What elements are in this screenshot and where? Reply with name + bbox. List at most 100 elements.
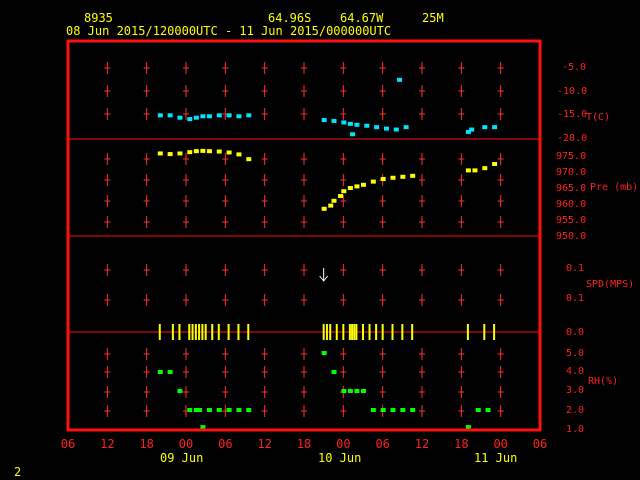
rh-tick: 4.0 bbox=[566, 366, 584, 377]
pressure-point bbox=[390, 175, 396, 180]
rh-point bbox=[167, 370, 173, 374]
rh-point bbox=[400, 408, 406, 412]
rh-point bbox=[177, 389, 183, 393]
temp-tick: -5.0 bbox=[562, 62, 586, 73]
rh-point bbox=[347, 389, 353, 393]
x-tick-label: 12 bbox=[415, 437, 429, 451]
x-tick-label: 06 bbox=[533, 437, 547, 451]
pressure-point bbox=[246, 157, 252, 162]
x-tick-label: 12 bbox=[257, 437, 271, 451]
pressure-point bbox=[200, 148, 206, 153]
date-label: 10 Jun bbox=[318, 451, 361, 465]
pressure-point bbox=[216, 149, 222, 154]
pressure-tick: 960.0 bbox=[556, 199, 586, 210]
x-tick-label: 06 bbox=[375, 437, 389, 451]
date-label: 11 Jun bbox=[474, 451, 517, 465]
temp-point bbox=[187, 117, 193, 122]
rh-point bbox=[321, 351, 327, 355]
station-id: 8935 bbox=[84, 11, 113, 25]
temp-point bbox=[206, 114, 212, 119]
temp-point bbox=[347, 121, 353, 126]
pressure-point bbox=[331, 198, 337, 203]
time-range: 08 Jun 2015/120000UTC - 11 Jun 2015/0000… bbox=[66, 24, 391, 38]
meteogram-chart: 8935 64.96S 64.67W 25M 08 Jun 2015/12000… bbox=[14, 11, 638, 479]
temp-point bbox=[397, 77, 403, 82]
page-number: 2 bbox=[14, 465, 21, 479]
pressure-point bbox=[482, 166, 488, 171]
x-tick-label: 00 bbox=[179, 437, 193, 451]
x-tick-label: 06 bbox=[218, 437, 232, 451]
rh-point bbox=[216, 408, 222, 412]
data-marks bbox=[157, 77, 498, 430]
pressure-point bbox=[465, 168, 471, 173]
temp-point bbox=[350, 132, 356, 137]
x-tick-label: 12 bbox=[100, 437, 114, 451]
pressure-tick: 950.0 bbox=[556, 231, 586, 242]
rh-point bbox=[157, 370, 163, 374]
pressure-point bbox=[370, 179, 376, 184]
pressure-point bbox=[410, 173, 416, 178]
station-lon: 64.67W bbox=[340, 11, 384, 25]
x-tick-label: 06 bbox=[61, 437, 75, 451]
temp-point bbox=[393, 127, 399, 132]
pressure-tick: 965.0 bbox=[556, 183, 586, 194]
pressure-point bbox=[193, 149, 199, 154]
x-tick-label: 18 bbox=[139, 437, 153, 451]
temp-point bbox=[200, 114, 206, 119]
temp-point bbox=[216, 113, 222, 118]
pressure-axis-label: Pre (mb) bbox=[590, 182, 638, 193]
pressure-tick: 970.0 bbox=[556, 167, 586, 178]
temp-point bbox=[236, 114, 242, 119]
temp-point bbox=[321, 118, 327, 123]
wind-tick: 0.1 bbox=[566, 293, 584, 304]
rh-point bbox=[341, 389, 347, 393]
rh-tick: 3.0 bbox=[566, 385, 584, 396]
pressure-point bbox=[167, 152, 173, 157]
temp-point bbox=[177, 115, 183, 120]
rh-point bbox=[197, 408, 203, 412]
temp-axis-label: T(C) bbox=[586, 112, 610, 123]
rh-point bbox=[331, 370, 337, 374]
temp-tick: -10.0 bbox=[557, 86, 587, 97]
rh-point bbox=[380, 408, 386, 412]
temp-point bbox=[167, 113, 173, 118]
rh-point bbox=[370, 408, 376, 412]
pressure-point bbox=[321, 206, 327, 211]
temp-point bbox=[403, 125, 409, 130]
temp-point bbox=[193, 115, 199, 120]
pressure-point bbox=[354, 184, 360, 189]
pressure-point bbox=[492, 162, 498, 166]
temp-point bbox=[469, 127, 475, 132]
x-tick-label: 18 bbox=[454, 437, 468, 451]
pressure-point bbox=[347, 186, 353, 190]
pressure-point bbox=[226, 150, 232, 155]
pressure-point bbox=[236, 152, 242, 157]
rh-tick: 5.0 bbox=[566, 348, 584, 359]
rh-tick: 1.0 bbox=[566, 424, 584, 435]
rh-point bbox=[354, 389, 360, 393]
pressure-point bbox=[380, 177, 386, 182]
pressure-point bbox=[338, 194, 344, 198]
rh-point bbox=[361, 389, 366, 393]
x-tick-label: 00 bbox=[336, 437, 350, 451]
temp-point bbox=[383, 126, 389, 131]
x-tick-label: 18 bbox=[297, 437, 311, 451]
rh-point bbox=[246, 408, 252, 412]
temp-point bbox=[246, 113, 252, 118]
temp-point bbox=[354, 122, 360, 127]
temp-tick: -20.0 bbox=[557, 133, 587, 144]
temp-tick: -15.0 bbox=[557, 109, 587, 120]
date-label: 09 Jun bbox=[160, 451, 203, 465]
station-elevation: 25M bbox=[422, 11, 444, 25]
pressure-point bbox=[177, 151, 183, 156]
pressure-point bbox=[328, 203, 334, 208]
pressure-point bbox=[187, 150, 193, 155]
rh-point bbox=[475, 408, 481, 412]
temp-point bbox=[341, 120, 347, 125]
rh-point bbox=[206, 408, 212, 412]
temp-point bbox=[492, 125, 498, 130]
grid-crosses bbox=[104, 62, 504, 417]
wind-axis-label: SPD(MPS) bbox=[586, 279, 634, 290]
temp-point bbox=[482, 125, 488, 130]
x-tick-labels: 06 12 18 00 06 12 18 00 06 12 18 00 06 bbox=[61, 437, 547, 451]
